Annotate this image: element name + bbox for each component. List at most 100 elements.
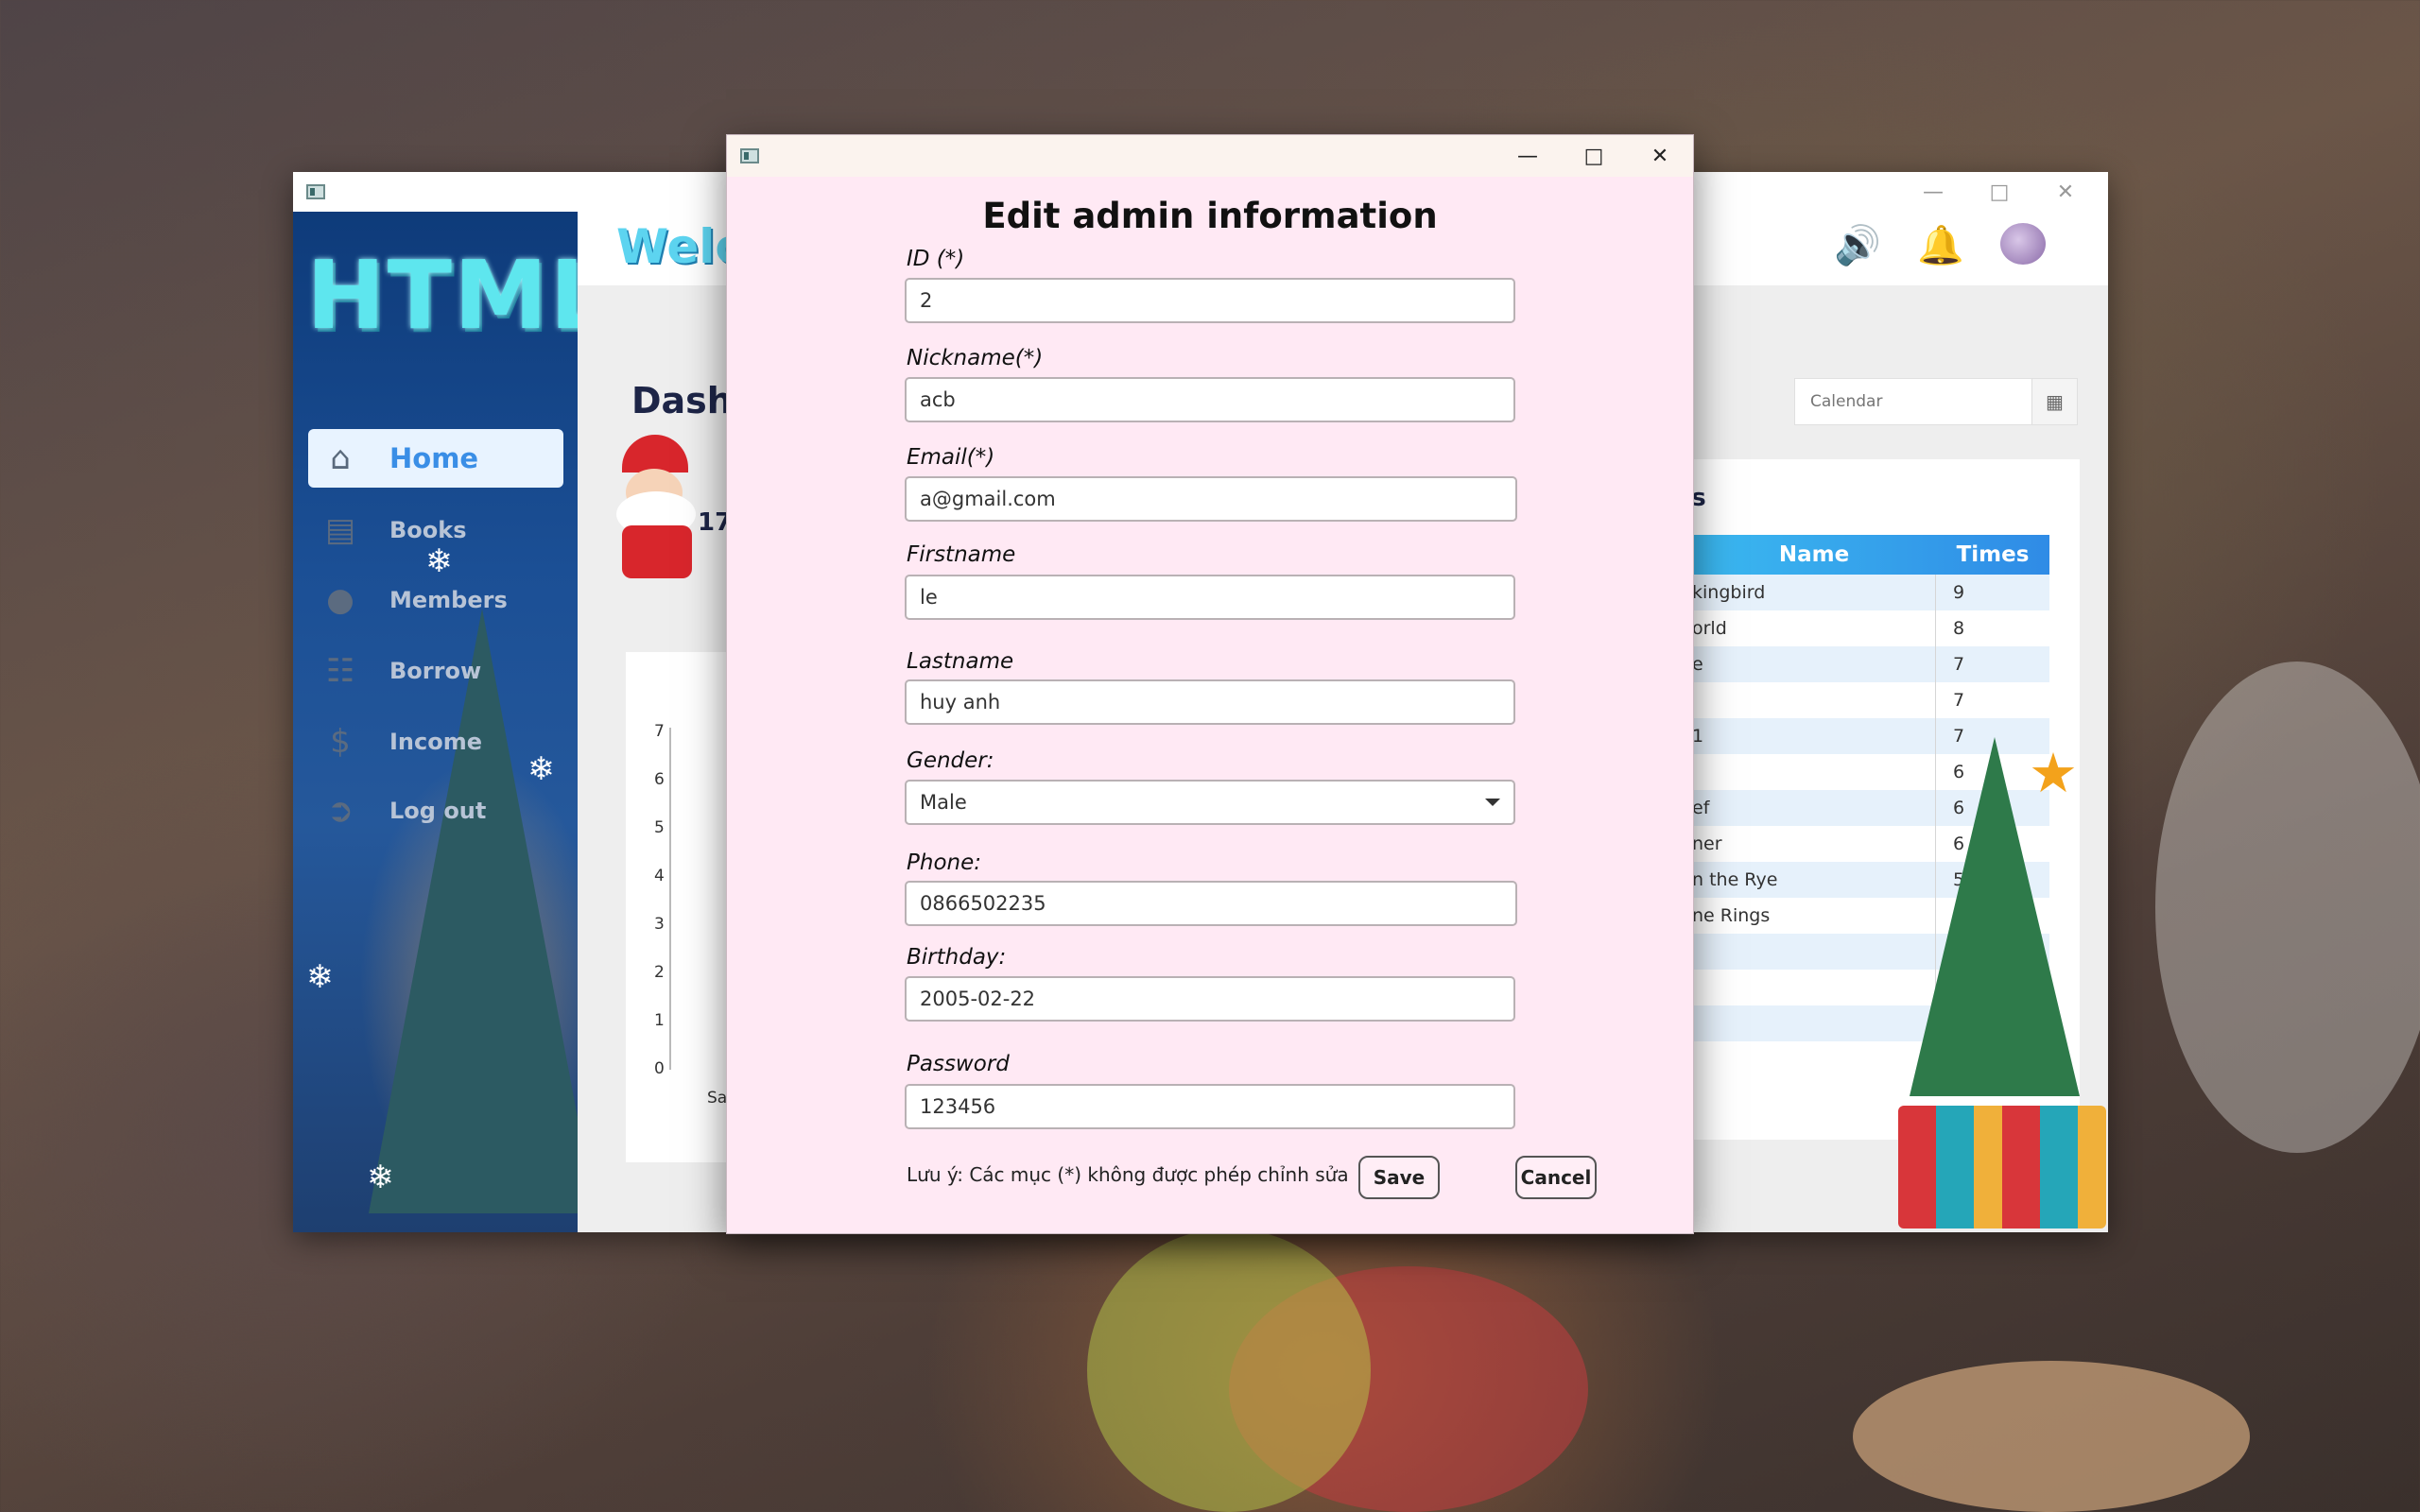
sidebar-item-income[interactable]: $ Income: [308, 713, 563, 771]
sidebar-item-label: Income: [389, 729, 483, 755]
dialog-window-controls: — □ ✕: [1495, 135, 1693, 177]
sidebar-item-members[interactable]: ● Members: [308, 571, 563, 629]
email-label: Email(*): [907, 445, 995, 470]
dialog-titlebar: — □ ✕: [727, 135, 1693, 177]
table-cell: ner: [1692, 826, 1936, 862]
password-label: Password: [907, 1052, 1010, 1076]
chart-tick-label: 3: [654, 915, 665, 934]
table-cell: 9: [1953, 582, 1965, 603]
table-cell: [1692, 1005, 1936, 1041]
column-header-times[interactable]: Times: [1936, 542, 2049, 567]
wallpaper-decoration: [1853, 1361, 2250, 1512]
table-cell: [1692, 1041, 1936, 1077]
table-cell: [1692, 754, 1936, 790]
lastname-label: Lastname: [907, 649, 1014, 674]
dialog-title: Edit admin information: [982, 196, 1438, 236]
snowflake-icon: ❄: [306, 958, 334, 996]
save-button[interactable]: Save: [1358, 1156, 1440, 1199]
id-label: ID (*): [907, 247, 965, 271]
table-row[interactable]: 7: [1692, 682, 2049, 718]
edit-admin-dialog: — □ ✕ Edit admin information ID (*) Nick…: [726, 134, 1694, 1234]
chart-tick-label: 7: [654, 722, 665, 741]
maximize-icon[interactable]: □: [1966, 172, 2032, 212]
table-cell: e: [1692, 646, 1936, 682]
chart-tick-label: 1: [654, 1011, 665, 1030]
table-cell: ne Rings: [1692, 898, 1936, 934]
close-icon[interactable]: ✕: [2032, 172, 2099, 212]
chart-x-label: Sa: [707, 1089, 728, 1108]
gender-label: Gender:: [907, 748, 994, 773]
table-row[interactable]: kingbird 9: [1692, 575, 2049, 610]
speaker-icon[interactable]: 🔊: [1834, 223, 1881, 267]
firstname-label: Firstname: [907, 542, 1016, 567]
edit-note: Lưu ý: Các mục (*) không được phép chỉnh…: [907, 1163, 1349, 1186]
firstname-field[interactable]: [905, 575, 1515, 620]
logout-icon: ➲: [326, 792, 354, 830]
star-icon: ★: [2029, 741, 2078, 805]
gender-selected-value: Male: [920, 791, 967, 814]
avatar[interactable]: [2000, 223, 2046, 265]
chart-tick-label: 4: [654, 867, 665, 885]
main-window-controls: — □ ✕: [1900, 172, 2099, 212]
nickname-field[interactable]: [905, 377, 1515, 422]
top-icons: 🔊 🔔: [1834, 223, 2046, 267]
cancel-button[interactable]: Cancel: [1515, 1156, 1597, 1199]
chart-tick-label: 5: [654, 818, 665, 837]
table-cell: [1692, 682, 1936, 718]
gifts-decoration: [1898, 1106, 2106, 1228]
sidebar: HTML ❄ ❄ ❄ ❄ ⌂ Home ▤ Books ● Members ☷ …: [293, 212, 578, 1232]
table-cell: kingbird: [1692, 575, 1936, 610]
sidebar-item-label: Log out: [389, 798, 487, 824]
chart-tick-label: 2: [654, 963, 665, 982]
sidebar-item-label: Borrow: [389, 658, 482, 684]
table-header: Name Times: [1692, 535, 2049, 575]
sidebar-item-logout[interactable]: ➲ Log out: [308, 782, 563, 840]
table-cell: 1: [1692, 718, 1936, 754]
table-cell: orld: [1692, 610, 1936, 646]
table-cell: 7: [1953, 690, 1965, 711]
sidebar-item-label: Members: [389, 587, 508, 613]
email-field[interactable]: [905, 476, 1517, 522]
table-row[interactable]: e7: [1692, 646, 2049, 682]
income-icon: $: [330, 723, 351, 761]
lastname-field[interactable]: [905, 679, 1515, 725]
minimize-icon[interactable]: —: [1900, 172, 1966, 212]
table-row[interactable]: orld 8: [1692, 610, 2049, 646]
minimize-icon[interactable]: —: [1495, 135, 1561, 177]
bell-icon[interactable]: 🔔: [1917, 223, 1964, 267]
sidebar-item-label: Books: [389, 517, 467, 543]
app-icon: [306, 184, 325, 199]
birthday-label: Birthday:: [907, 945, 1007, 970]
column-header-name[interactable]: Name: [1692, 542, 1936, 567]
chart-tick-label: 6: [654, 770, 665, 789]
calendar-icon[interactable]: ▦: [2031, 379, 2077, 424]
id-field[interactable]: [905, 278, 1515, 323]
table-cell: [1692, 970, 1936, 1005]
password-field[interactable]: [905, 1084, 1515, 1129]
books-icon: ▤: [324, 511, 356, 549]
table-cell: 8: [1953, 618, 1965, 639]
sidebar-item-home[interactable]: ⌂ Home: [308, 429, 563, 488]
gender-select[interactable]: Male: [905, 780, 1515, 825]
table-cell: ef: [1692, 790, 1936, 826]
phone-field[interactable]: [905, 881, 1517, 926]
close-icon[interactable]: ✕: [1627, 135, 1693, 177]
santa-decoration: [605, 435, 709, 586]
chart-tick-label: 0: [654, 1059, 665, 1078]
phone-label: Phone:: [907, 850, 981, 875]
chevron-down-icon: [1485, 799, 1500, 806]
calendar-input[interactable]: [1795, 392, 2031, 411]
borrow-icon: ☷: [325, 652, 355, 690]
app-icon: [740, 148, 759, 163]
snowflake-icon: ❄: [367, 1159, 394, 1196]
calendar-picker[interactable]: ▦: [1794, 378, 2078, 425]
home-icon: ⌂: [330, 439, 351, 477]
sidebar-item-books[interactable]: ▤ Books: [308, 501, 563, 559]
birthday-field[interactable]: [905, 976, 1515, 1022]
sidebar-item-borrow[interactable]: ☷ Borrow: [308, 642, 563, 700]
nickname-label: Nickname(*): [907, 346, 1044, 370]
members-icon: ●: [326, 581, 354, 619]
wallpaper-decoration: [2155, 662, 2420, 1153]
table-cell: 7: [1953, 654, 1965, 675]
maximize-icon[interactable]: □: [1561, 135, 1627, 177]
